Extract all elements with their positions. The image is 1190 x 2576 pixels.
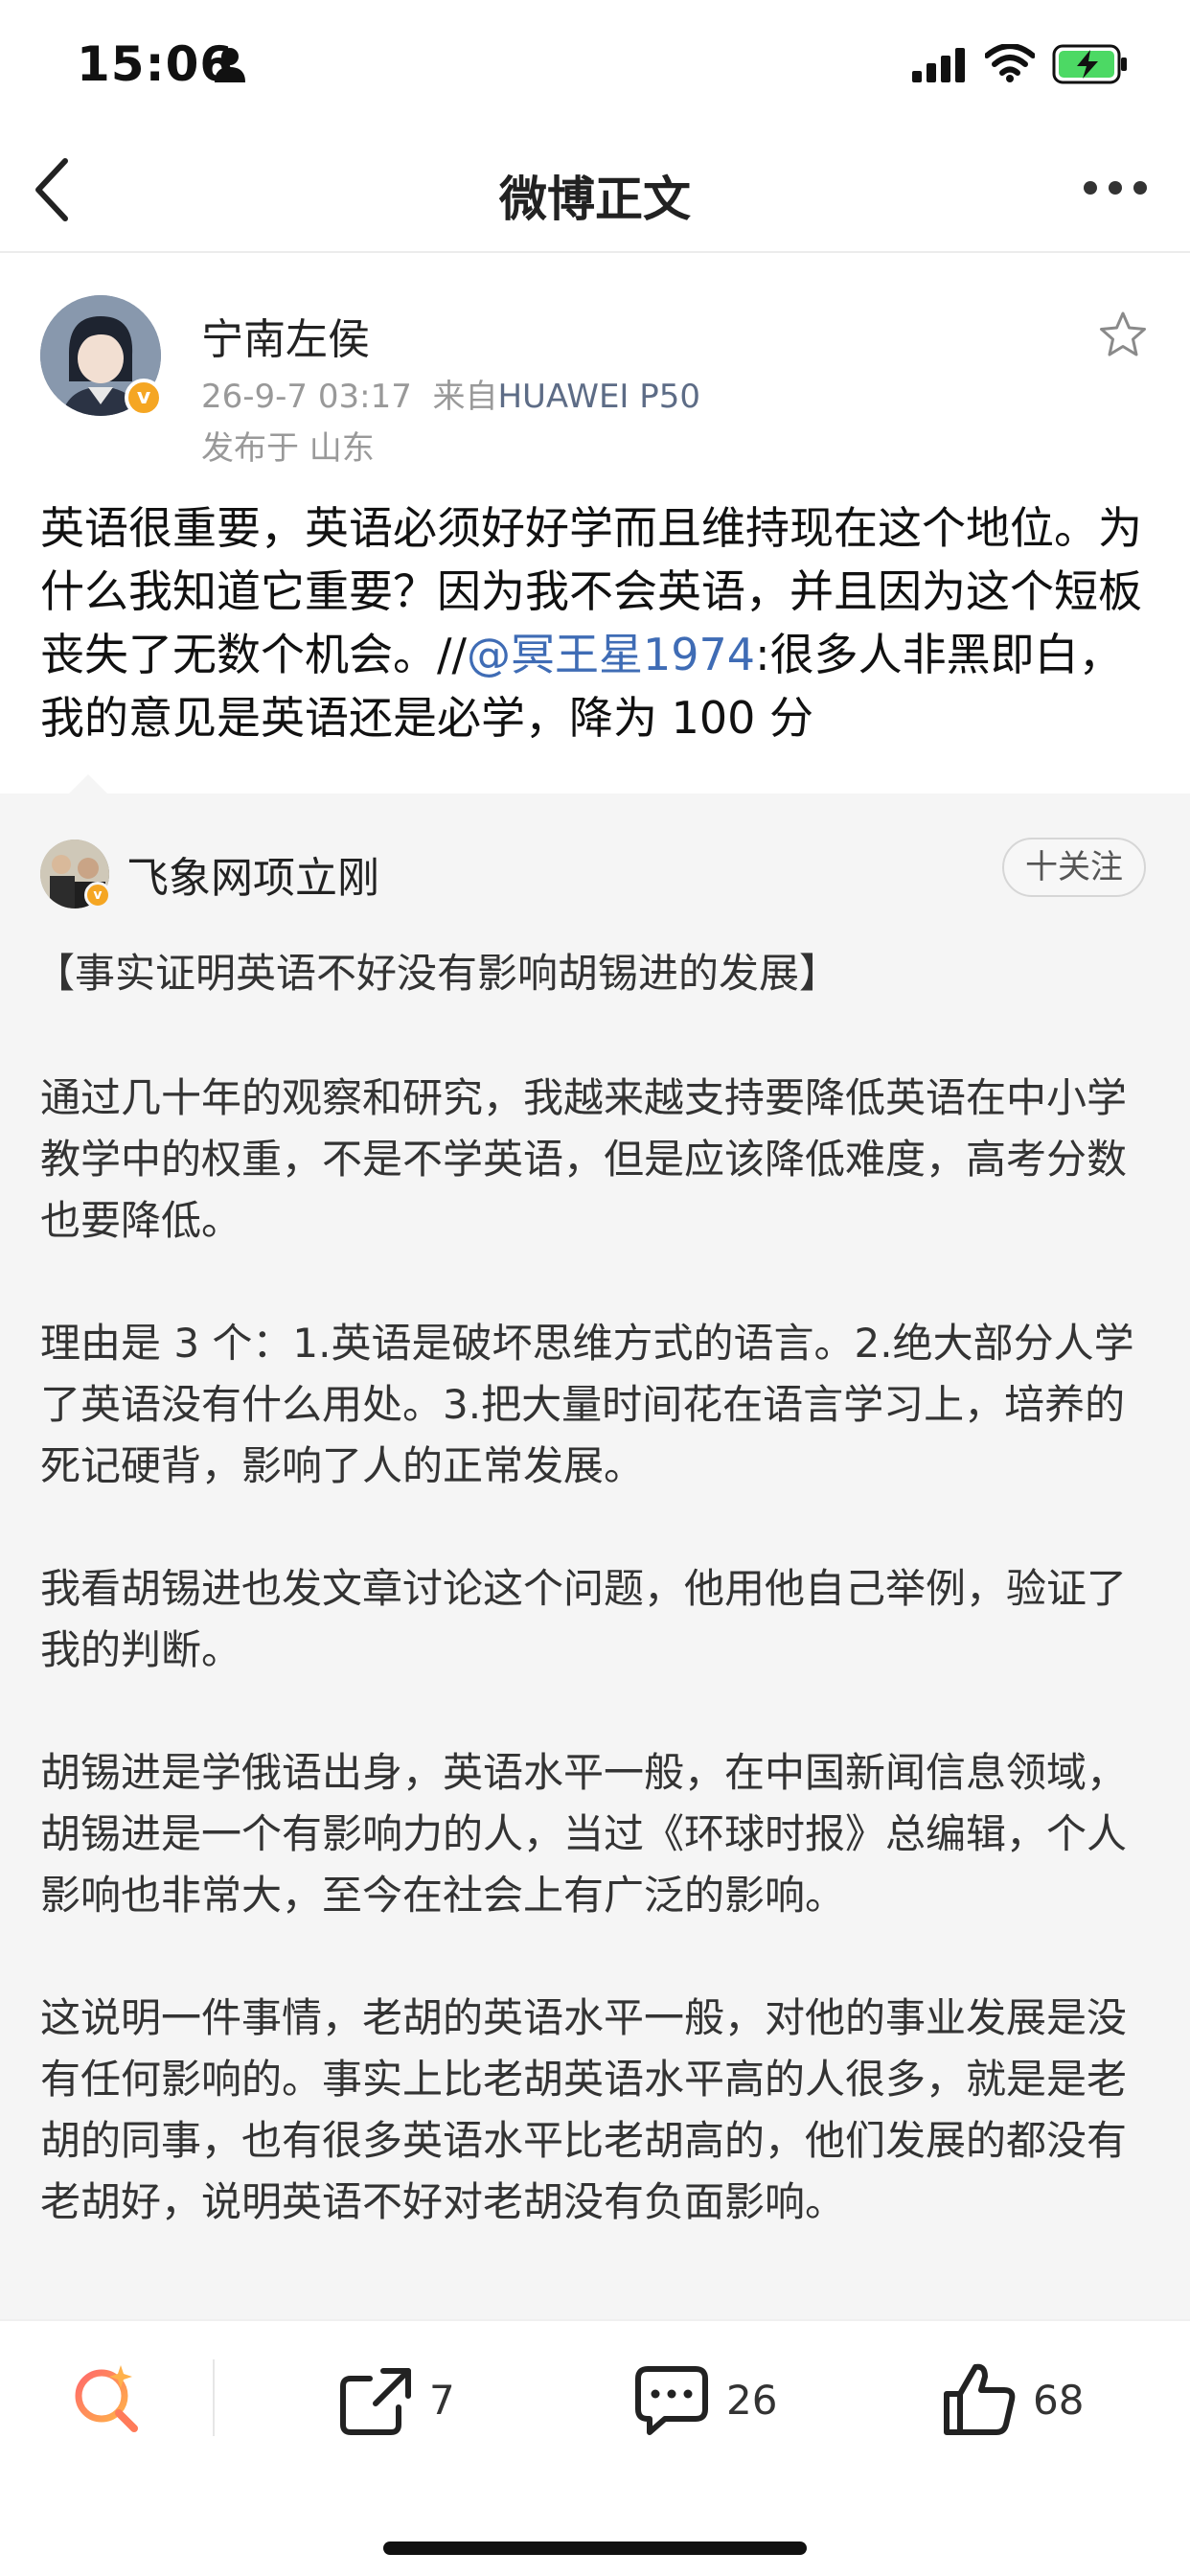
retweet-paragraph: 通过几十年的观察和研究，我越来越支持要降低英语在中小学教学中的权重，不是不学英语… — [40, 1074, 1128, 1244]
cellular-signal-icon — [912, 48, 965, 82]
retweet-body: 【事实证明英语不好没有影响胡锡进的发展】 通过几十年的观察和研究，我越来越支持要… — [34, 943, 1152, 2294]
post-text: 英语很重要，英语必须好好学而且维持现在这个地位。为什么我知道它重要？因为我不会英… — [40, 496, 1152, 749]
follow-button[interactable]: 十关注 — [1002, 838, 1146, 897]
home-indicator[interactable] — [383, 2542, 807, 2555]
post-location: 发布于 山东 — [201, 429, 375, 468]
star-icon[interactable] — [1098, 310, 1148, 358]
retweet-verified-badge-icon: v — [84, 882, 111, 908]
smart-search-icon[interactable] — [69, 2359, 146, 2436]
retweet-notch — [67, 774, 109, 795]
wifi-icon — [985, 44, 1035, 82]
bottom-action-bar — [0, 2319, 1190, 2576]
battery-charging-icon — [1052, 44, 1127, 84]
retweet-paragraph: 这说明一件事情，老胡的英语水平一般，对他的事业发展是没有任何影响的。事实上比老胡… — [40, 1994, 1128, 2225]
retweet-paragraph: 我看胡锡进也发文章讨论这个问题，他用他自己举例，验证了我的判断。 — [40, 1565, 1128, 1673]
retweet-author-name[interactable]: 飞象网项立刚 — [126, 843, 379, 905]
bar-divider — [213, 2359, 215, 2436]
status-time: 15:06 — [77, 36, 235, 92]
repost-icon[interactable] — [337, 2365, 414, 2438]
nav-divider — [0, 251, 1190, 253]
post-device[interactable]: HUAWEI P50 — [497, 378, 700, 416]
comment-icon[interactable] — [632, 2363, 711, 2440]
mention-link[interactable]: @冥王星1974 — [467, 629, 755, 680]
retweet-title: 【事实证明英语不好没有影响胡锡进的发展】 — [34, 950, 840, 997]
more-dots-icon[interactable] — [1081, 176, 1150, 199]
author-name[interactable]: 宁南左侯 — [201, 305, 370, 366]
like-count[interactable]: 68 — [1033, 2377, 1084, 2424]
retweet-paragraph: 理由是 3 个：1.英语是破坏思维方式的语言。2.绝大部分人学了英语没有什么用处… — [40, 1320, 1134, 1489]
person-icon — [215, 48, 245, 82]
retweet-paragraph: 胡锡进是学俄语出身，英语水平一般，在中国新闻信息领域，胡锡进是一个有影响力的人，… — [40, 1749, 1128, 1919]
post-meta: 26-9-7 03:17 来自HUAWEI P50 — [201, 370, 700, 417]
page-title: 微博正文 — [499, 172, 691, 227]
comment-count[interactable]: 26 — [726, 2377, 777, 2424]
post-date: 26-9-7 03:17 — [201, 378, 412, 416]
post-source-label: 来自 — [432, 378, 498, 416]
verified-badge-icon: v — [125, 379, 163, 417]
repost-count[interactable]: 7 — [429, 2377, 455, 2424]
like-icon[interactable] — [941, 2359, 1018, 2438]
